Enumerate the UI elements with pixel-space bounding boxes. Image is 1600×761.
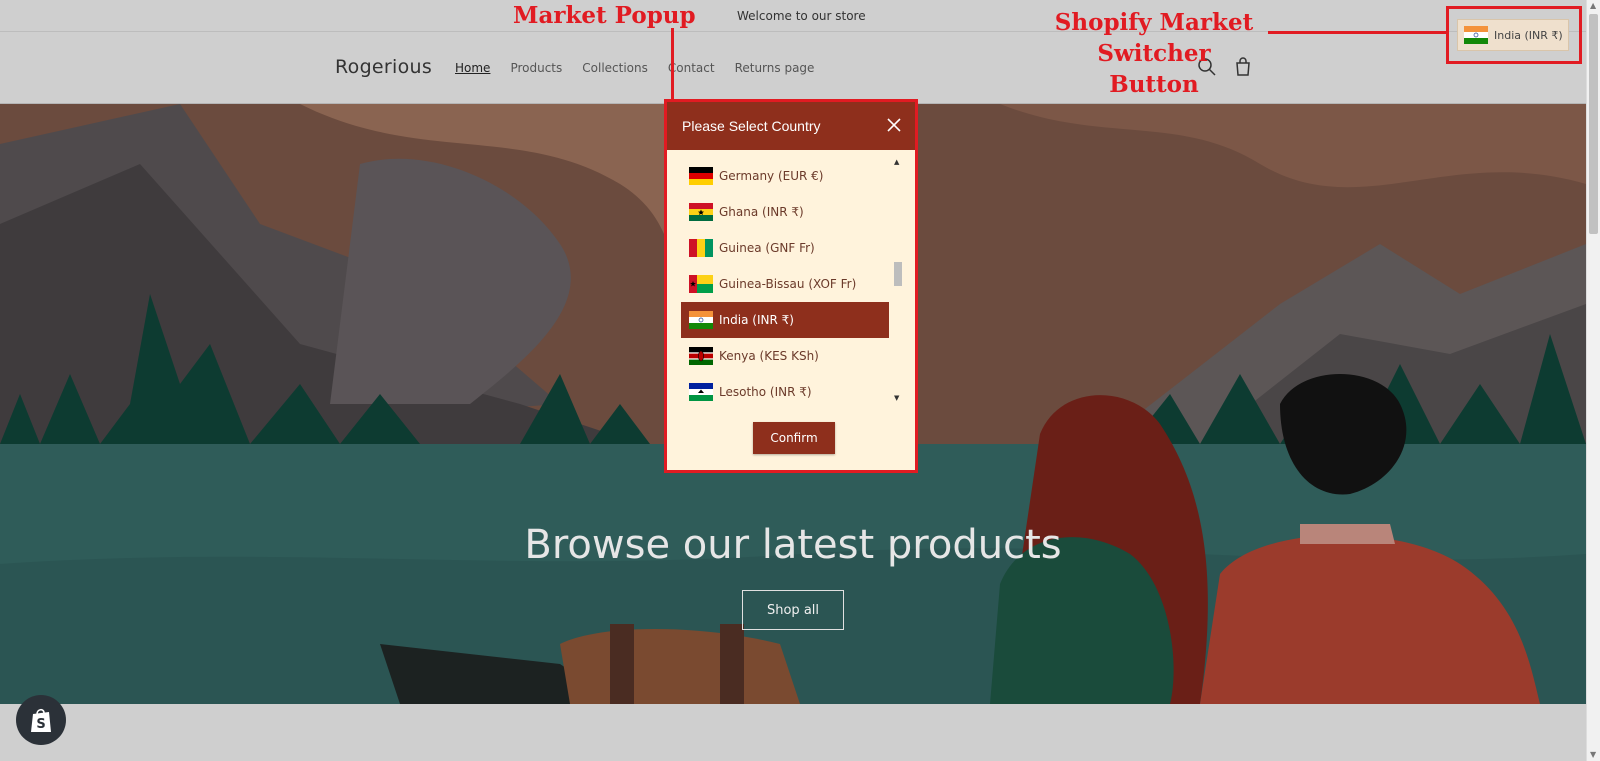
market-popup-annotation-label: Market Popup [513, 2, 696, 29]
switcher-annotation-label: Shopify Market Switcher Button [1052, 7, 1256, 100]
nav-returns-page[interactable]: Returns page [735, 61, 815, 75]
nav-contact[interactable]: Contact [668, 61, 715, 75]
bottom-band [0, 704, 1586, 761]
switcher-annotation-line [1268, 31, 1448, 34]
market-popup-highlight-box [664, 99, 918, 473]
nav-home[interactable]: Home [455, 61, 490, 75]
scroll-down-arrow-icon[interactable]: ▼ [1590, 750, 1596, 759]
store-logo[interactable]: Rogerious [335, 56, 432, 78]
switcher-annotation-line-2: Switcher Button [1097, 40, 1211, 98]
shopify-bag-icon[interactable]: S [16, 695, 66, 745]
nav-products[interactable]: Products [510, 61, 562, 75]
switcher-annotation-line-1: Shopify Market [1054, 9, 1254, 36]
market-popup-annotation-line [671, 28, 674, 100]
announcement-text: Welcome to our store [737, 9, 866, 23]
svg-text:S: S [36, 717, 45, 732]
main-nav: Home Products Collections Contact Return… [455, 61, 814, 75]
hero-title: Browse our latest products [524, 522, 1062, 568]
announcement-bar: Welcome to our store [0, 0, 1586, 32]
nav-collections[interactable]: Collections [582, 61, 648, 75]
switcher-highlight-box [1446, 6, 1582, 64]
page-scrollbar[interactable]: ▲ ▼ [1586, 0, 1600, 761]
page-scroll-thumb[interactable] [1589, 14, 1598, 234]
site-header: Rogerious Home Products Collections Cont… [0, 32, 1586, 104]
shop-all-button[interactable]: Shop all [742, 590, 844, 630]
page: Welcome to our store Rogerious Home Prod… [0, 0, 1600, 761]
scroll-up-arrow-icon[interactable]: ▲ [1590, 1, 1596, 10]
